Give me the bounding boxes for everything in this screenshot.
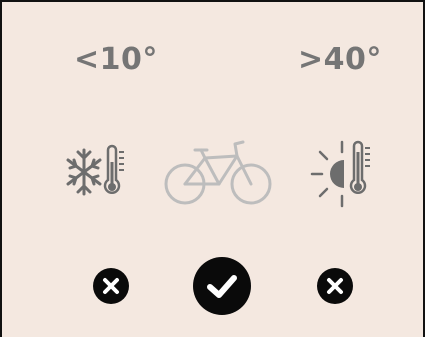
hot-temperature-label: >40° bbox=[298, 42, 382, 77]
weather-bike-panel: <10° >40° bbox=[0, 0, 425, 337]
sun-thermometer-icon bbox=[308, 138, 382, 208]
snowflake-thermometer-icon bbox=[64, 142, 132, 204]
cold-temperature-label: <10° bbox=[74, 42, 158, 77]
hot-status-x-icon bbox=[317, 268, 353, 304]
bicycle-icon bbox=[163, 138, 275, 208]
cold-status-x-icon bbox=[93, 268, 129, 304]
moderate-status-check-icon bbox=[193, 257, 251, 315]
